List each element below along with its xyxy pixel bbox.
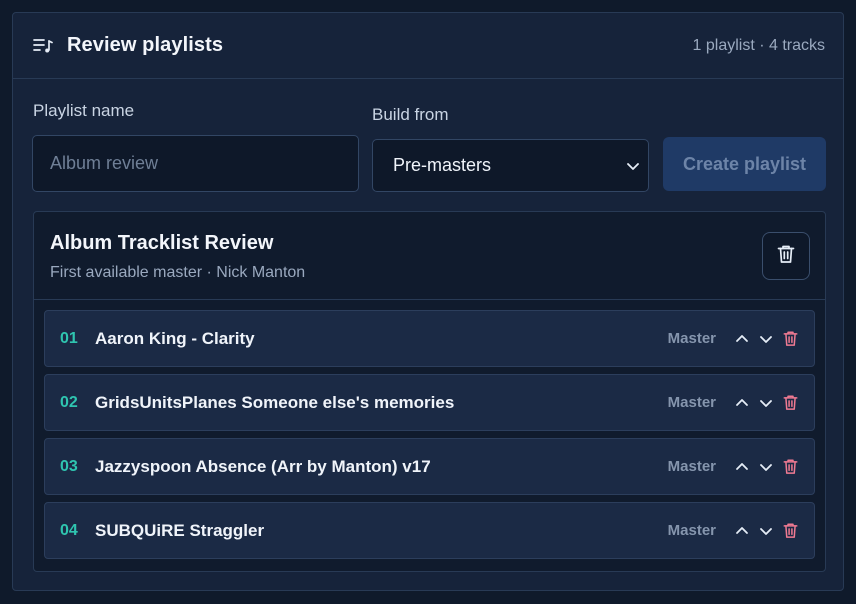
build-from-label: Build from <box>372 105 449 124</box>
playlist-card-header: Album Tracklist Review First available m… <box>34 212 825 300</box>
chevron-down-icon <box>626 155 640 176</box>
track-row: 01 Aaron King - Clarity Master <box>44 310 815 367</box>
title-wrap: Review playlists <box>33 34 223 57</box>
move-down-icon[interactable] <box>754 391 778 415</box>
move-down-icon[interactable] <box>754 327 778 351</box>
track-title: Jazzyspoon Absence (Arr by Manton) v17 <box>95 456 431 476</box>
review-playlists-panel: Review playlists 1 playlist · 4 tracks P… <box>12 12 844 591</box>
track-number: 02 <box>60 393 78 411</box>
track-row: 02 GridsUnitsPlanes Someone else's memor… <box>44 374 815 431</box>
remove-track-icon[interactable] <box>778 519 802 543</box>
track-row: 04 SUBQUiRE Straggler Master <box>44 502 815 559</box>
track-source-badge: Master <box>667 522 716 539</box>
playlist-subtitle: First available master · Nick Manton <box>50 264 306 281</box>
page-title: Review playlists <box>67 34 224 56</box>
move-up-icon[interactable] <box>730 455 754 479</box>
build-from-value: Pre-masters <box>393 155 492 175</box>
track-title: Aaron King - Clarity <box>95 328 255 348</box>
playlist-title: Album Tracklist Review <box>50 232 274 254</box>
create-playlist-button[interactable]: Create playlist <box>663 137 826 191</box>
playlist-music-icon <box>33 35 55 57</box>
track-source-badge: Master <box>667 330 716 347</box>
panel-header: Review playlists 1 playlist · 4 tracks <box>13 13 843 79</box>
move-down-icon[interactable] <box>754 519 778 543</box>
remove-track-icon[interactable] <box>778 455 802 479</box>
track-title: GridsUnitsPlanes Someone else's memories <box>95 392 455 412</box>
create-playlist-form: Playlist name Build from Pre-masters Cre… <box>13 79 843 209</box>
track-number: 01 <box>60 329 78 347</box>
playlist-name-label: Playlist name <box>33 101 135 120</box>
track-source-badge: Master <box>667 458 716 475</box>
delete-playlist-button[interactable] <box>762 232 810 280</box>
track-row: 03 Jazzyspoon Absence (Arr by Manton) v1… <box>44 438 815 495</box>
move-up-icon[interactable] <box>730 519 754 543</box>
build-from-select[interactable]: Pre-masters <box>372 139 649 192</box>
playlist-card: Album Tracklist Review First available m… <box>33 211 826 572</box>
move-up-icon[interactable] <box>730 327 754 351</box>
remove-track-icon[interactable] <box>778 391 802 415</box>
playlist-name-input[interactable] <box>32 135 359 192</box>
move-up-icon[interactable] <box>730 391 754 415</box>
track-title: SUBQUiRE Straggler <box>95 520 265 540</box>
track-source-badge: Master <box>667 394 716 411</box>
track-number: 04 <box>60 521 78 539</box>
track-list: 01 Aaron King - Clarity Master 02 GridsU… <box>34 300 825 559</box>
playlist-count: 1 playlist · 4 tracks <box>692 36 825 54</box>
move-down-icon[interactable] <box>754 455 778 479</box>
remove-track-icon[interactable] <box>778 327 802 351</box>
track-number: 03 <box>60 457 78 475</box>
trash-icon <box>777 244 795 269</box>
